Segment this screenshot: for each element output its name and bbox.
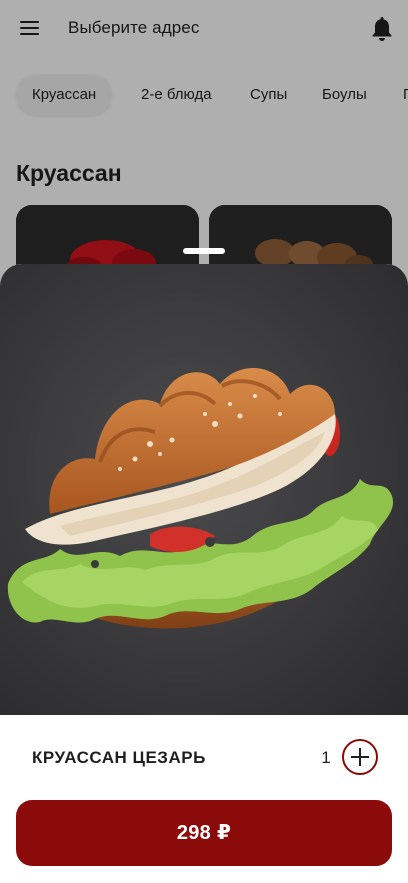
add-quantity-button[interactable] <box>342 739 378 775</box>
add-to-cart-button[interactable]: 298 ₽ <box>16 800 392 866</box>
product-photo <box>0 264 408 715</box>
plus-icon <box>351 748 369 766</box>
quantity-value: 1 <box>321 748 331 767</box>
screen: Выберите адрес Круассан 2-е блюда Супы Б… <box>0 0 408 883</box>
product-bottom-sheet: КРУАССАН ЦЕЗАРЬ 1 298 ₽ <box>0 264 408 883</box>
product-name: КРУАССАН ЦЕЗАРЬ <box>32 748 206 767</box>
sheet-drag-handle[interactable] <box>183 248 225 254</box>
